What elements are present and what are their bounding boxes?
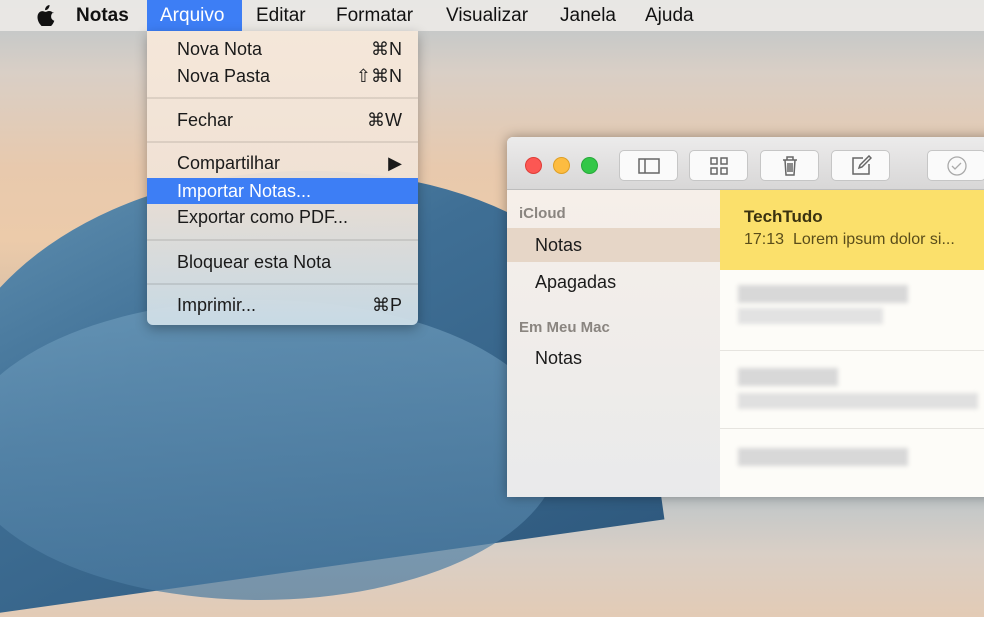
menu-visualizar[interactable]: Visualizar bbox=[433, 0, 541, 31]
note-title: TechTudo bbox=[744, 207, 823, 226]
menu-item-label: Imprimir... bbox=[177, 295, 256, 315]
note-item-selected[interactable]: TechTudo 17:13 Lorem ipsum dolor si... bbox=[720, 190, 984, 270]
sidebar-item-apagadas[interactable]: Apagadas bbox=[507, 265, 720, 299]
menu-item-importar-notas[interactable]: Importar Notas... bbox=[147, 178, 418, 204]
menu-item-imprimir[interactable]: Imprimir... ⌘P bbox=[147, 292, 418, 318]
list-divider bbox=[720, 428, 984, 429]
menu-ajuda[interactable]: Ajuda bbox=[632, 0, 707, 31]
shortcut: ⌘W bbox=[367, 110, 402, 130]
menu-item-exportar-pdf[interactable]: Exportar como PDF... bbox=[147, 204, 418, 230]
wallpaper-wave bbox=[0, 300, 560, 600]
notes-list: TechTudo 17:13 Lorem ipsum dolor si... bbox=[720, 190, 984, 497]
checklist-button[interactable] bbox=[927, 150, 984, 181]
menu-item-label: Exportar como PDF... bbox=[177, 207, 349, 227]
menu-item-label: Nova Nota bbox=[177, 39, 263, 59]
note-preview: Lorem ipsum dolor si... bbox=[792, 231, 955, 248]
compose-icon bbox=[851, 154, 872, 175]
apple-menu[interactable] bbox=[24, 0, 68, 31]
shortcut: ⇧⌘N bbox=[355, 66, 402, 86]
menu-item-label: Importar Notas... bbox=[177, 181, 312, 201]
close-button[interactable] bbox=[525, 157, 542, 174]
submenu-arrow-icon: ▶ bbox=[388, 153, 402, 173]
sidebar-item-notas-icloud[interactable]: Notas bbox=[507, 228, 720, 262]
blurred-note-title bbox=[738, 285, 908, 303]
menu-item-label: Compartilhar bbox=[177, 153, 281, 173]
menu-janela[interactable]: Janela bbox=[547, 0, 629, 31]
menu-bar: Notas Arquivo Editar Formatar Visualizar… bbox=[0, 0, 984, 31]
menu-item-compartilhar[interactable]: Compartilhar ▶ bbox=[147, 150, 418, 176]
section-header-em-meu-mac: Em Meu Mac bbox=[519, 319, 610, 336]
menu-formatar[interactable]: Formatar bbox=[323, 0, 426, 31]
menu-separator bbox=[147, 97, 418, 99]
menu-separator bbox=[147, 239, 418, 241]
menu-item-label: Fechar bbox=[177, 110, 234, 130]
menu-notas[interactable]: Notas bbox=[63, 0, 142, 31]
apple-icon bbox=[37, 5, 55, 27]
menu-item-nova-nota[interactable]: Nova Nota ⌘N bbox=[147, 36, 418, 62]
notes-window: iCloud Notas Apagadas Em Meu Mac Notas T… bbox=[507, 137, 984, 497]
sidebar: iCloud Notas Apagadas Em Meu Mac Notas bbox=[507, 190, 720, 497]
checklist-icon bbox=[946, 155, 967, 176]
menu-arquivo[interactable]: Arquivo bbox=[147, 0, 242, 31]
sidebar-item-notas-mac[interactable]: Notas bbox=[507, 341, 720, 375]
section-header-icloud: iCloud bbox=[519, 205, 566, 222]
blurred-note-title bbox=[738, 368, 838, 386]
note-time: 17:13 bbox=[744, 231, 785, 248]
menu-editar[interactable]: Editar bbox=[243, 0, 319, 31]
menu-item-bloquear-nota[interactable]: Bloquear esta Nota bbox=[147, 249, 418, 275]
file-menu-dropdown: Nova Nota ⌘N Nova Pasta ⇧⌘N Fechar ⌘W Compa… bbox=[147, 31, 418, 325]
menu-item-label: Bloquear esta Nota bbox=[177, 252, 332, 272]
menu-separator bbox=[147, 283, 418, 285]
sidebar-toggle-button[interactable] bbox=[619, 150, 678, 181]
delete-button[interactable] bbox=[760, 150, 819, 181]
zoom-button[interactable] bbox=[581, 157, 598, 174]
grid-view-icon bbox=[709, 156, 728, 175]
blurred-note-preview bbox=[738, 308, 883, 324]
blurred-note-preview bbox=[738, 393, 978, 409]
menu-item-fechar[interactable]: Fechar ⌘W bbox=[147, 107, 418, 133]
menu-item-nova-pasta[interactable]: Nova Pasta ⇧⌘N bbox=[147, 63, 418, 89]
toolbar bbox=[507, 137, 984, 190]
grid-view-button[interactable] bbox=[689, 150, 748, 181]
blurred-note-title bbox=[738, 448, 908, 466]
compose-button[interactable] bbox=[831, 150, 890, 181]
list-divider bbox=[720, 350, 984, 351]
sidebar-toggle-icon bbox=[637, 157, 660, 174]
minimize-button[interactable] bbox=[553, 157, 570, 174]
menu-separator bbox=[147, 141, 418, 143]
menu-item-label: Nova Pasta bbox=[177, 66, 271, 86]
trash-icon bbox=[782, 155, 797, 176]
shortcut: ⌘P bbox=[371, 295, 402, 315]
shortcut: ⌘N bbox=[371, 39, 402, 59]
